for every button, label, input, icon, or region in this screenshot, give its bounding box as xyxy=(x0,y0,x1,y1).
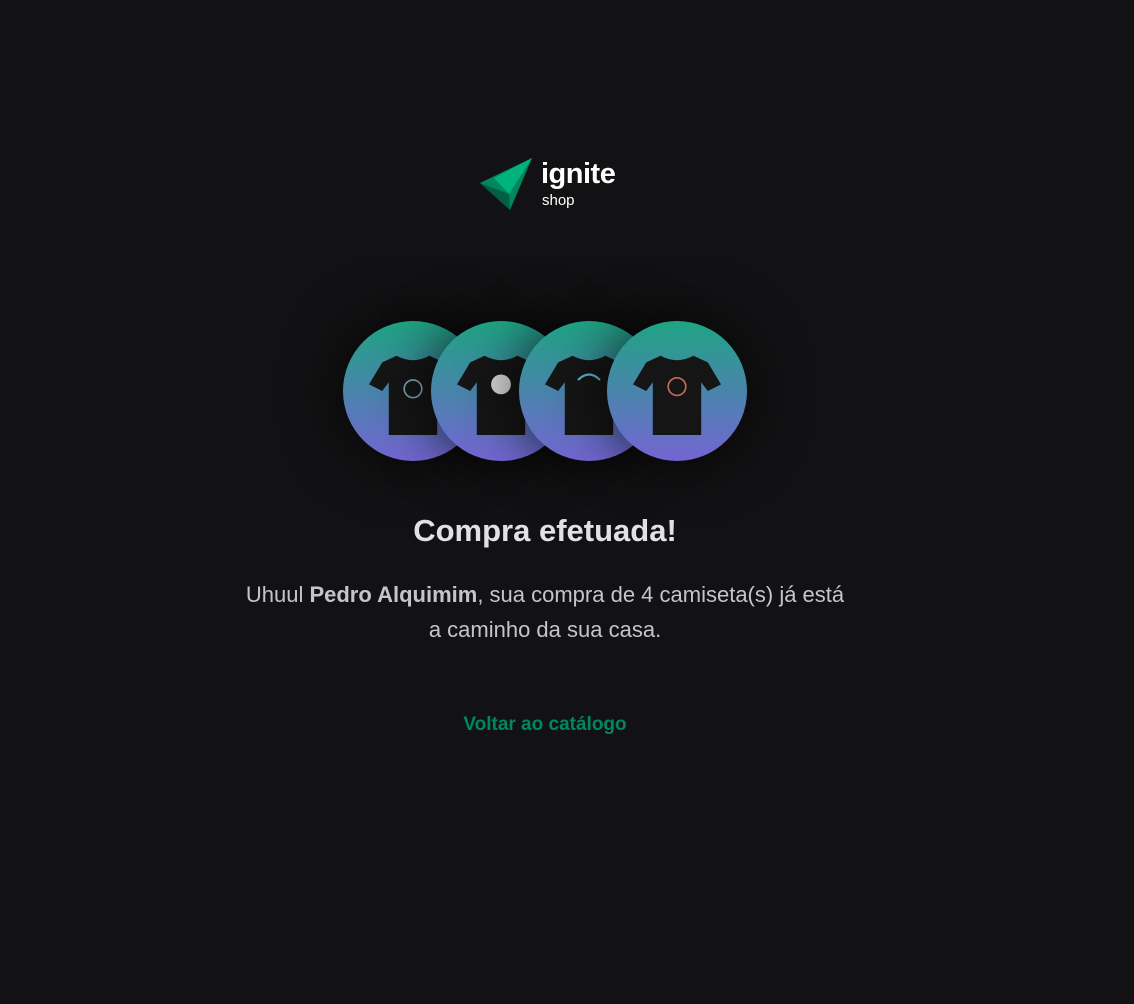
product-image xyxy=(607,321,747,461)
page-title: Compra efetuada! xyxy=(413,513,677,548)
message-prefix: Uhuul xyxy=(245,582,310,607)
customer-name: Pedro Alquimim xyxy=(309,582,478,607)
success-page: ignite shop Compra efetuada! Uhuul Pedro… xyxy=(0,0,1134,1004)
logo-sub: shop xyxy=(542,192,575,209)
ignite-shop-logo[interactable]: ignite shop xyxy=(480,156,620,212)
purchased-products xyxy=(343,321,763,461)
message-suffix: , sua compra de 4 camiseta(s) já está a … xyxy=(428,582,845,642)
purchase-message: Uhuul Pedro Alquimim, sua compra de 4 ca… xyxy=(240,577,850,647)
shirt-4-icon xyxy=(633,355,721,435)
logo-word: ignite xyxy=(541,158,616,190)
logo-mark-icon xyxy=(480,158,532,210)
back-to-catalog-link[interactable]: Voltar ao catálogo xyxy=(0,712,1090,738)
